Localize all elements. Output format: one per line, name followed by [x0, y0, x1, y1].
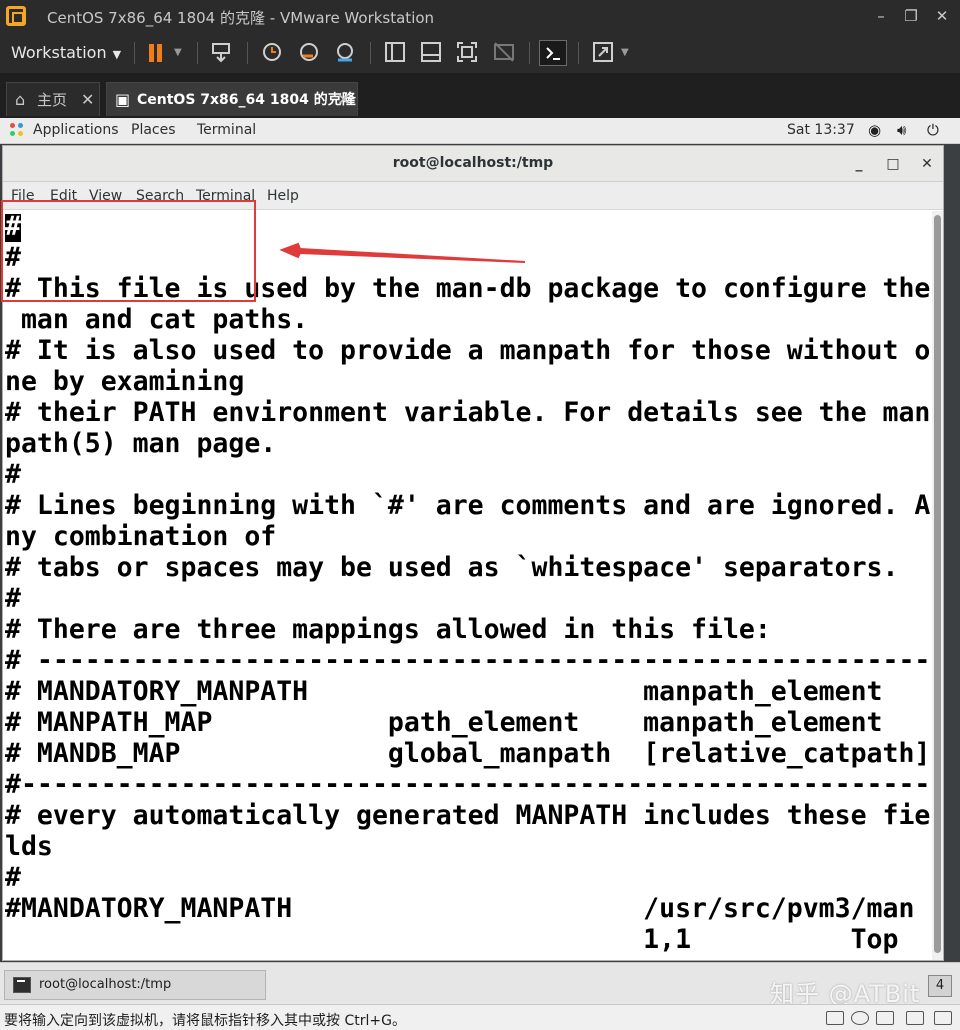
- minimize-button[interactable]: –: [867, 4, 895, 28]
- terminal-minimize-button[interactable]: _: [847, 152, 871, 176]
- terminal-line: # --------------------------------------…: [5, 645, 931, 676]
- toolbar-divider: [247, 42, 248, 64]
- scrollbar-thumb[interactable]: [934, 215, 941, 953]
- vmware-status-bar: 要将输入定向到该虚拟机，请将鼠标指针移入其中或按 Ctrl+G。: [0, 1004, 960, 1030]
- snapshot-take-icon[interactable]: [258, 40, 286, 66]
- vmware-workstation-window: CentOS 7x86_64 1804 的克隆 - VMware Worksta…: [0, 0, 960, 1030]
- stretch-guest-icon[interactable]: [589, 40, 617, 66]
- menu-help[interactable]: Help: [267, 188, 299, 204]
- terminal-line: # Lines beginning with `#' are comments …: [5, 490, 931, 521]
- annotation-highlight-box: [1, 200, 256, 302]
- vmware-tab-bar: ⌂ 主页 ✕ ▣ CentOS 7x86_64 1804 的克隆 ✕: [0, 74, 960, 118]
- applications-menu[interactable]: Applications: [33, 122, 119, 138]
- clock[interactable]: Sat 13:37: [787, 122, 855, 138]
- snapshot-revert-icon[interactable]: [295, 40, 323, 66]
- terminal-line: #: [5, 862, 21, 893]
- terminal-line: # MANDB_MAP global_manpath [relative_cat…: [5, 738, 931, 769]
- window-title: CentOS 7x86_64 1804 的克隆 - VMware Worksta…: [47, 9, 435, 27]
- pause-dropdown-icon[interactable]: ▼: [174, 40, 186, 66]
- tab-home-label: 主页: [37, 91, 68, 109]
- power-icon[interactable]: ⏻: [927, 121, 939, 139]
- toolbar-divider: [529, 42, 530, 64]
- network-adapter-icon[interactable]: [876, 1011, 894, 1025]
- chevron-down-icon: ▼: [112, 48, 122, 61]
- terminal-maximize-button[interactable]: □: [881, 152, 905, 176]
- close-button[interactable]: ✕: [928, 4, 956, 28]
- pause-button[interactable]: [142, 40, 170, 66]
- tab-centos-clone[interactable]: ▣ CentOS 7x86_64 1804 的克隆 ✕: [106, 82, 358, 116]
- pause-icon: [149, 44, 154, 62]
- sound-card-icon[interactable]: [934, 1011, 952, 1025]
- terminal-app-menu[interactable]: Terminal: [197, 122, 256, 138]
- terminal-title: root@localhost:/tmp: [392, 155, 554, 171]
- sidebar-toggle-icon[interactable]: [381, 40, 409, 66]
- applications-icon: [10, 123, 24, 137]
- terminal-titlebar: root@localhost:/tmp _ □ ✕: [3, 146, 943, 182]
- vmware-logo-icon: [6, 6, 26, 26]
- terminal-line: # There are three mappings allowed in th…: [5, 614, 771, 645]
- terminal-line: #MANDATORY_MANPATH /usr/src/pvm3/man: [5, 893, 915, 924]
- thumbnail-bar-icon[interactable]: [417, 40, 445, 66]
- terminal-line: man and cat paths.: [5, 304, 309, 335]
- terminal-line: # their PATH environment variable. For d…: [5, 397, 931, 428]
- terminal-icon: [13, 977, 31, 993]
- gnome-top-bar: Applications Places Terminal Sat 13:37 ◉…: [0, 118, 960, 144]
- vmware-toolbar: Workstation ▼ ▼ ▼: [0, 32, 960, 74]
- toolbar-divider: [134, 42, 135, 64]
- terminal-line: # MANDATORY_MANPATH manpath_element: [5, 676, 883, 707]
- tab-centos-close-icon[interactable]: ✕: [337, 83, 350, 117]
- console-view-icon[interactable]: [539, 40, 567, 66]
- restore-button[interactable]: ❐: [897, 4, 925, 28]
- workspace-indicator[interactable]: 4: [928, 975, 952, 997]
- hard-disk-icon[interactable]: [826, 1011, 844, 1025]
- workstation-menu-label: Workstation: [11, 43, 107, 62]
- tab-home-close-icon[interactable]: ✕: [81, 83, 94, 117]
- status-message: 要将输入定向到该虚拟机，请将鼠标指针移入其中或按 Ctrl+G。: [4, 1013, 406, 1029]
- terminal-line: ne by examining: [5, 366, 245, 397]
- tab-home[interactable]: ⌂ 主页 ✕: [6, 82, 100, 116]
- network-icon[interactable]: ◉: [868, 121, 881, 139]
- vm-icon: ▣: [115, 90, 131, 109]
- workstation-menu-button[interactable]: Workstation ▼: [5, 38, 127, 68]
- terminal-close-button[interactable]: ✕: [915, 152, 939, 176]
- tab-centos-clone-label: CentOS 7x86_64 1804 的克隆: [137, 92, 356, 108]
- unity-mode-icon[interactable]: [490, 40, 518, 66]
- toolbar-divider: [370, 42, 371, 64]
- send-ctrl-alt-del-icon[interactable]: [208, 40, 236, 66]
- taskbar-terminal-item[interactable]: root@localhost:/tmp: [4, 970, 266, 1000]
- toolbar-divider: [578, 42, 579, 64]
- toolbar-divider: [197, 42, 198, 64]
- usb-device-icon[interactable]: [906, 1011, 924, 1025]
- terminal-line: path(5) man page.: [5, 428, 277, 459]
- terminal-line: #: [5, 459, 21, 490]
- vmware-titlebar: CentOS 7x86_64 1804 的克隆 - VMware Worksta…: [0, 0, 960, 32]
- vim-status-line: 1,1 Top: [5, 924, 899, 955]
- fullscreen-icon[interactable]: [453, 40, 481, 66]
- volume-icon[interactable]: 🔊︎: [897, 121, 906, 139]
- terminal-line: # It is also used to provide a manpath f…: [5, 335, 931, 366]
- terminal-line: # tabs or spaces may be used as `whitesp…: [5, 552, 899, 583]
- home-icon: ⌂: [15, 90, 26, 109]
- terminal-line: # MANPATH_MAP path_element manpath_eleme…: [5, 707, 883, 738]
- taskbar-item-label: root@localhost:/tmp: [39, 977, 172, 992]
- terminal-line: #: [5, 583, 21, 614]
- places-menu[interactable]: Places: [131, 122, 176, 138]
- terminal-scrollbar[interactable]: [932, 211, 943, 960]
- terminal-line: lds: [5, 831, 53, 862]
- terminal-line: ny combination of: [5, 521, 277, 552]
- snapshot-manager-icon[interactable]: [331, 40, 359, 66]
- cd-drive-icon[interactable]: [851, 1011, 869, 1025]
- stretch-dropdown-icon[interactable]: ▼: [621, 40, 633, 66]
- terminal-line: # every automatically generated MANPATH …: [5, 800, 931, 831]
- terminal-line: #---------------------------------------…: [5, 769, 931, 800]
- terminal-text-area[interactable]: # # # This file is used by the man-db pa…: [3, 211, 931, 960]
